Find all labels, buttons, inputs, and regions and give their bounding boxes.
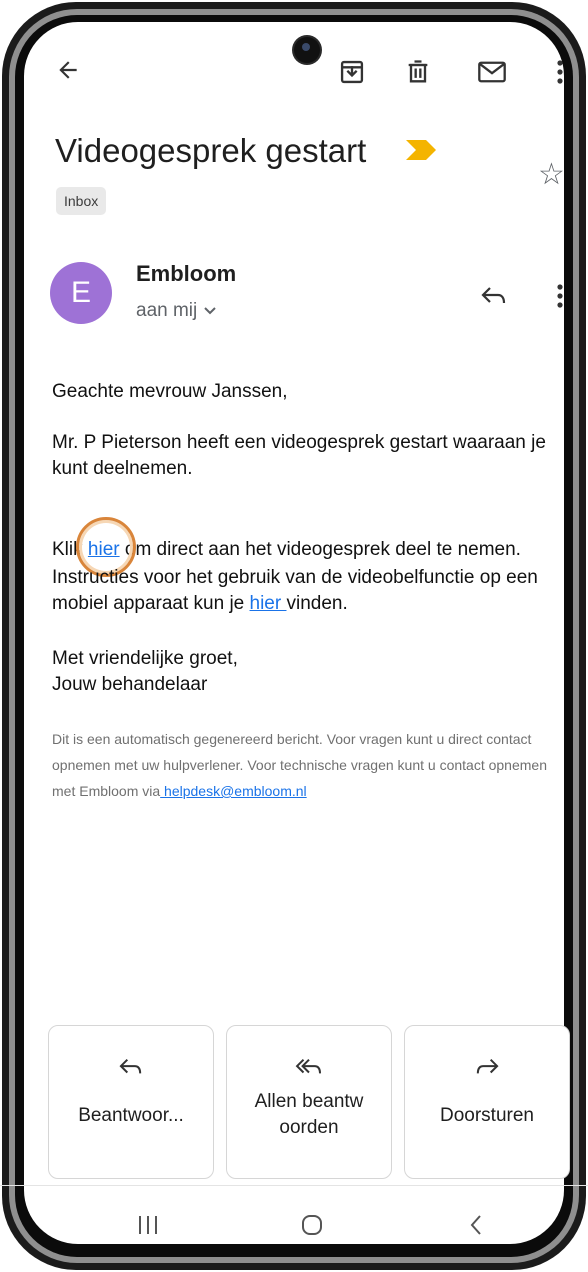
- home-button[interactable]: [292, 1205, 332, 1245]
- reply-all-action-label-1: Allen beantw: [254, 1091, 364, 1112]
- message-more-button[interactable]: [546, 276, 574, 316]
- mail-icon: [478, 61, 506, 83]
- reply-button[interactable]: [474, 276, 514, 316]
- inbox-label-badge[interactable]: Inbox: [56, 187, 107, 215]
- reply-icon: [119, 1058, 142, 1074]
- sender-name: Embloom: [136, 261, 237, 286]
- more-options-button[interactable]: [546, 52, 574, 92]
- home-icon: [302, 1215, 322, 1235]
- front-camera: [294, 37, 320, 63]
- body-text: vinden.: [286, 593, 348, 614]
- forward-action-label: Doorsturen: [440, 1105, 534, 1126]
- avatar[interactable]: E: [50, 262, 112, 324]
- footer-disclaimer: Dit is een automatisch gegenereerd beric…: [52, 726, 552, 804]
- reply-action-button[interactable]: Beantwoor...: [48, 1025, 214, 1179]
- reply-icon: [481, 287, 506, 304]
- more-vert-icon: [557, 60, 563, 84]
- recipient-details[interactable]: aan mij: [136, 300, 217, 322]
- mark-unread-button[interactable]: [472, 52, 512, 92]
- arrow-left-icon: [59, 61, 77, 79]
- body-text: om direct aan het videogesprek deel te n…: [119, 539, 521, 560]
- greeting-text: Geachte mevrouw Janssen,: [52, 381, 288, 402]
- importance-marker-icon: [406, 140, 436, 160]
- body-paragraph-1: Mr. P Pieterson heeft een videogesprek g…: [52, 432, 546, 479]
- more-vert-icon: [557, 284, 563, 308]
- recent-apps-icon: [139, 1216, 157, 1234]
- email-subject: Videogesprek gestart: [55, 132, 367, 169]
- trash-icon: [408, 60, 428, 83]
- archive-icon: [340, 60, 364, 84]
- closing-line-1: Met vriendelijke groet,: [52, 648, 238, 669]
- reply-all-action-button[interactable]: Allen beantw oorden: [226, 1025, 392, 1179]
- back-button[interactable]: [50, 52, 86, 88]
- delete-button[interactable]: [398, 52, 438, 92]
- helpdesk-email-link[interactable]: helpdesk@embloom.nl: [160, 783, 307, 799]
- star-icon[interactable]: ☆: [538, 160, 565, 190]
- recent-apps-button[interactable]: [128, 1205, 168, 1245]
- instructions-link[interactable]: hier: [250, 593, 287, 614]
- back-nav-button[interactable]: [456, 1205, 496, 1245]
- body-paragraph-3: Instructies voor het gebruik van de vide…: [52, 565, 552, 617]
- reply-action-label: Beantwoor...: [78, 1105, 184, 1126]
- archive-button[interactable]: [332, 52, 372, 92]
- chevron-down-icon: [204, 307, 216, 315]
- reply-all-icon: [295, 1058, 322, 1074]
- forward-icon: [476, 1058, 499, 1074]
- recipient-label: aan mij: [136, 300, 198, 321]
- forward-action-button[interactable]: Doorsturen: [404, 1025, 570, 1179]
- reply-all-action-label-2: oorden: [279, 1117, 339, 1138]
- closing-line-2: Jouw behandelaar: [52, 674, 208, 695]
- chevron-left-icon: [470, 1215, 481, 1235]
- nav-bar-divider: [0, 1185, 588, 1186]
